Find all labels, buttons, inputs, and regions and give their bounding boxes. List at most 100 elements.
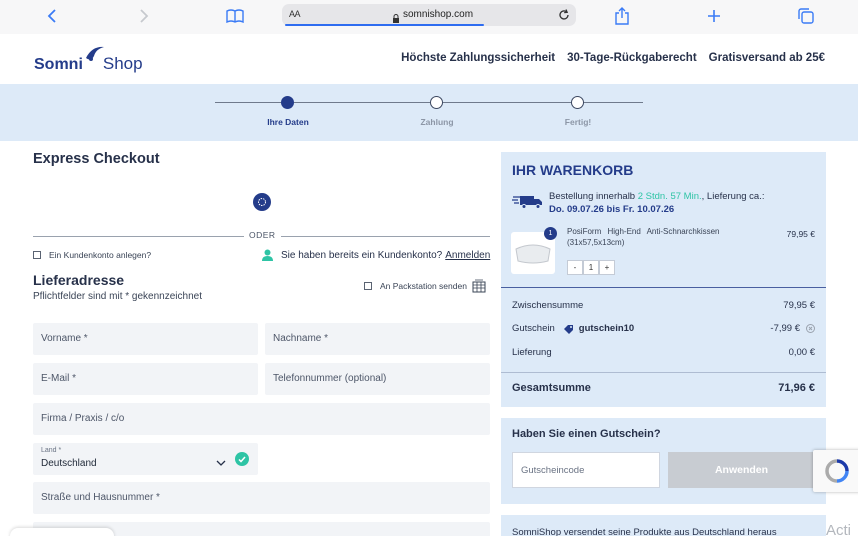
voucher-code: gutschein10 [578, 323, 635, 334]
url-text: somnishop.com [403, 9, 474, 20]
decrease-quantity-button[interactable]: - [567, 260, 583, 275]
shipping-value: 0,00 € [788, 347, 815, 358]
trust-item-payment: Höchste Zahlungssicherheit [401, 52, 556, 64]
activate-windows-overlay: Acti [826, 522, 852, 536]
step-dot-ihre-daten [281, 96, 294, 109]
delivery-estimate: Bestellung innerhalb 2 Stdn. 57 Min., Li… [549, 190, 765, 216]
cart-panel: IHR WARENKORB Bestellung innerhalb 2 Std… [501, 152, 826, 407]
delivery-prefix: Bestellung innerhalb [549, 191, 636, 202]
country-value: Deutschland [41, 458, 97, 469]
create-account-row[interactable]: Ein Kundenkonto anlegen? [33, 250, 151, 260]
packstation-row[interactable]: An Packstation senden [364, 279, 486, 293]
delivery-truck-icon [512, 196, 542, 209]
country-select[interactable]: Land * Deutschland [33, 443, 258, 475]
street-field[interactable]: Straße und Hausnummer * [33, 482, 490, 514]
step-label-fertig: Fertig! [564, 117, 592, 127]
chevron-down-icon [216, 454, 226, 472]
trust-item-return: 30-Tage-Rückgaberecht [567, 52, 697, 64]
quantity-stepper[interactable]: - 1 + [567, 260, 615, 275]
logo-text-somni: Somni [34, 56, 83, 73]
browser-toolbar: AA somnishop.com [0, 0, 858, 34]
total-divider [501, 372, 826, 373]
logo-moon-icon [86, 46, 104, 61]
step-label-ihre-daten: Ihre Daten [267, 117, 309, 127]
valid-check-icon [235, 452, 249, 466]
step-dot-fertig [571, 96, 584, 109]
existing-account-text: Sie haben bereits ein Kundenkonto? [281, 249, 443, 261]
delivery-address-title: Lieferadresse [33, 272, 125, 288]
trust-item-shipping: Gratisversand ab 25€ [708, 52, 825, 64]
voucher-box-title: Haben Sie einen Gutschein? [512, 428, 661, 440]
recaptcha-icon [825, 459, 849, 483]
subtotal-label: Zwischensumme [512, 300, 584, 311]
shipping-info-box: SomniShop versendet seine Produkte aus D… [501, 515, 826, 536]
create-account-label: Ein Kundenkonto anlegen? [49, 250, 152, 260]
page-load-progress [285, 24, 484, 26]
company-field[interactable]: Firma / Praxis / c/o [33, 403, 490, 435]
required-fields-note: Pflichtfelder sind mit * gekennzeichnet [33, 291, 202, 302]
company-placeholder: Firma / Praxis / c/o [41, 413, 125, 424]
total-label: Gesamtsumme [512, 382, 591, 394]
country-label: Land * [41, 447, 62, 454]
tabs-overview-icon[interactable] [794, 5, 818, 27]
product-price: 79,95 € [786, 229, 815, 239]
tag-icon [563, 324, 573, 334]
packstation-label: An Packstation senden [380, 281, 467, 291]
first-name-placeholder: Vorname * [41, 333, 88, 344]
somnishop-logo[interactable]: Somni Shop [34, 44, 143, 74]
total-row: Gesamtsumme 71,96 € [512, 382, 815, 394]
shipping-row: Lieferung 0,00 € [512, 347, 815, 358]
bookmarks-icon[interactable] [223, 5, 247, 27]
cart-title: IHR WARENKORB [512, 162, 634, 178]
packstation-icon [472, 279, 486, 293]
login-link[interactable]: Anmelden [445, 250, 490, 261]
subtotal-value: 79,95 € [783, 300, 815, 311]
increase-quantity-button[interactable]: + [599, 260, 615, 275]
cart-divider [501, 287, 826, 288]
delivery-countdown: 2 Stdn. 57 Min. [637, 191, 702, 202]
first-name-field[interactable]: Vorname * [33, 323, 258, 355]
shipping-label: Lieferung [512, 347, 552, 358]
step-dot-zahlung [430, 96, 443, 109]
phone-field[interactable]: Telefonnummer (optional) [265, 363, 490, 395]
voucher-box: Haben Sie einen Gutschein? Anwenden [501, 418, 826, 504]
logo-text-shop: Shop [102, 54, 143, 73]
last-name-placeholder: Nachname * [273, 333, 329, 344]
voucher-value: -7,99 € [770, 323, 800, 334]
chat-widget[interactable] [10, 528, 114, 536]
share-icon[interactable] [610, 5, 634, 27]
trust-bar: Höchste Zahlungssicherheit 30-Tage-Rückg… [401, 52, 825, 64]
street-placeholder: Straße und Hausnummer * [41, 492, 160, 503]
packstation-checkbox[interactable] [364, 282, 372, 290]
apply-voucher-button[interactable]: Anwenden [668, 452, 815, 488]
express-checkout-title: Express Checkout [33, 151, 160, 167]
express-payment-icon[interactable] [253, 193, 271, 211]
quantity-value[interactable]: 1 [583, 260, 599, 275]
last-name-field[interactable]: Nachname * [265, 323, 490, 355]
email-placeholder: E-Mail * [41, 373, 77, 384]
new-tab-icon[interactable] [702, 5, 726, 27]
recaptcha-badge[interactable] [813, 450, 858, 492]
voucher-code-input[interactable] [513, 453, 659, 487]
address-bar[interactable]: AA somnishop.com [282, 4, 576, 26]
back-icon[interactable] [40, 5, 64, 27]
reader-aa-button[interactable]: AA [289, 9, 301, 19]
email-field[interactable]: E-Mail * [33, 363, 258, 395]
voucher-code-field[interactable] [512, 452, 660, 488]
checkout-stepper: Ihre Daten Zahlung Fertig! [0, 84, 858, 141]
step-label-zahlung: Zahlung [420, 117, 454, 127]
quantity-badge: 1 [544, 227, 557, 240]
login-row: Sie haben bereits ein Kundenkonto? Anmel… [262, 249, 490, 261]
shipping-info-text: SomniShop versendet seine Produkte aus D… [512, 527, 777, 536]
or-divider-label: ODER [244, 230, 281, 240]
forward-icon[interactable] [132, 5, 156, 27]
product-name: PosiForm High-End Anti-Schnarchkissen [567, 227, 720, 236]
product-dimensions: (31x57,5x13cm) [567, 238, 625, 247]
subtotal-row: Zwischensumme 79,95 € [512, 300, 815, 311]
remove-voucher-icon[interactable] [806, 324, 815, 333]
delivery-dates: Do. 09.07.26 bis Fr. 10.07.26 [549, 204, 675, 215]
create-account-checkbox[interactable] [33, 251, 41, 259]
site-header: Somni Shop Höchste Zahlungssicherheit 30… [0, 34, 858, 84]
user-icon [262, 249, 273, 261]
reload-icon[interactable] [558, 8, 570, 26]
